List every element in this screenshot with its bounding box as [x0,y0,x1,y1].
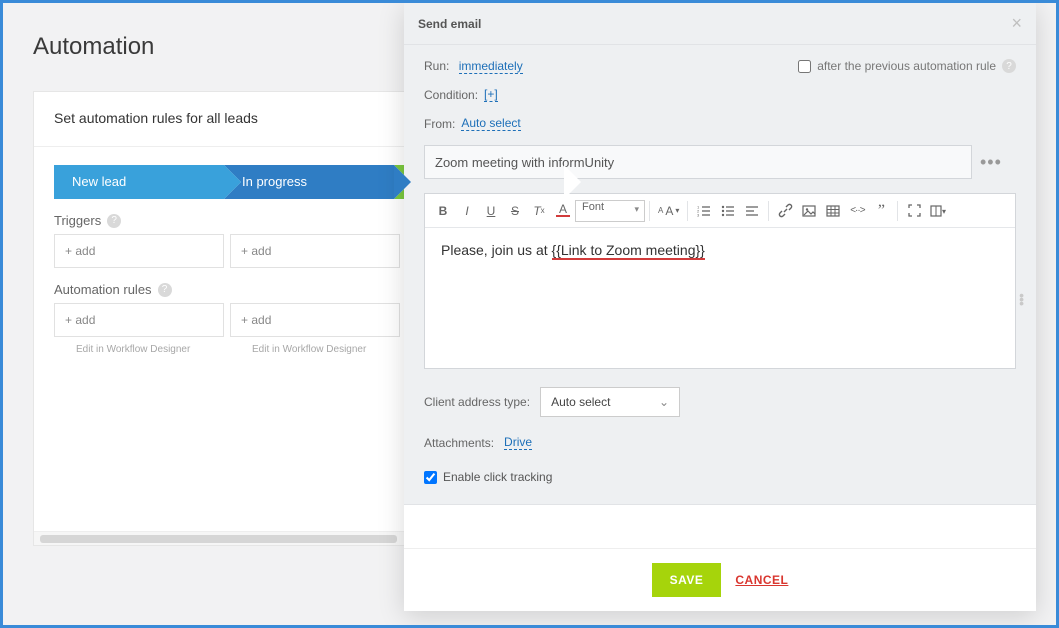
quote-icon[interactable]: ” [869,199,893,223]
run-value[interactable]: immediately [459,59,523,74]
body-placeholder: {{Link to Zoom meeting}} [552,242,705,260]
separator [687,201,688,221]
editor-toolbar: B I U S Tx A Font AA▾ 123 [425,194,1015,228]
attachments-label: Attachments: [424,436,494,450]
subject-input[interactable] [424,145,972,179]
client-addr-select[interactable]: Auto select ⌄ [540,387,680,417]
from-row: From: Auto select [424,116,1016,131]
from-value[interactable]: Auto select [461,116,520,131]
rich-editor: B I U S Tx A Font AA▾ 123 [424,193,1016,369]
text-color-icon[interactable]: A [551,199,575,223]
after-prev-checkbox[interactable] [798,60,811,73]
close-icon[interactable]: × [1011,13,1022,34]
resize-handle-icon[interactable]: ••• [1019,293,1024,305]
tracking-label: Enable click tracking [443,470,552,484]
code-icon[interactable]: <··> [845,199,869,223]
svg-text:3: 3 [697,212,700,217]
fullscreen-icon[interactable] [902,199,926,223]
image-icon[interactable] [797,199,821,223]
ol-icon[interactable]: 123 [692,199,716,223]
client-addr-row: Client address type: Auto select ⌄ [424,387,1016,417]
after-prev-label: after the previous automation rule [817,59,996,73]
help-icon[interactable]: ? [1002,59,1016,73]
bold-icon[interactable]: B [431,199,455,223]
modal-footer: SAVE CANCEL [404,548,1036,611]
after-prev-group: after the previous automation rule ? [798,59,1016,73]
run-label: Run: [424,59,449,73]
svg-text:▾: ▾ [942,207,946,216]
modal-header: Send email × [404,3,1036,45]
link-icon[interactable] [773,199,797,223]
editor-body[interactable]: Please, join us at {{Link to Zoom meetin… [425,228,1015,368]
underline-icon[interactable]: U [479,199,503,223]
send-email-modal: Send email × Run: immediately after the … [404,3,1036,611]
font-size-icon[interactable]: AA▾ [654,204,683,218]
subject-row: ••• [424,145,1016,179]
run-row: Run: immediately after the previous auto… [424,59,1016,73]
attachments-row: Attachments: Drive [424,435,1016,450]
italic-icon[interactable]: I [455,199,479,223]
align-icon[interactable] [740,199,764,223]
chevron-down-icon: ⌄ [659,395,669,409]
condition-add[interactable]: [+] [484,87,498,102]
attachments-value[interactable]: Drive [504,435,532,450]
separator [897,201,898,221]
separator [649,201,650,221]
separator [768,201,769,221]
client-addr-label: Client address type: [424,395,530,409]
save-button[interactable]: SAVE [652,563,722,597]
tracking-row: Enable click tracking [424,470,1016,484]
condition-label: Condition: [424,88,478,102]
clear-format-icon[interactable]: Tx [527,199,551,223]
table-icon[interactable] [821,199,845,223]
modal-overlay: Send email × Run: immediately after the … [3,3,1056,625]
from-label: From: [424,117,455,131]
tracking-checkbox[interactable] [424,471,437,484]
condition-row: Condition: [+] [424,87,1016,102]
cancel-button[interactable]: CANCEL [735,573,788,587]
app-frame: Automation Set automation rules for all … [0,0,1059,628]
body-text-prefix: Please, join us at [441,242,552,258]
more-icon[interactable]: ••• [980,152,1002,173]
modal-body: Run: immediately after the previous auto… [404,45,1036,505]
strike-icon[interactable]: S [503,199,527,223]
modal-title: Send email [418,17,481,31]
ul-icon[interactable] [716,199,740,223]
more-tools-icon[interactable]: ▾ [926,199,950,223]
font-select[interactable]: Font [575,200,645,222]
